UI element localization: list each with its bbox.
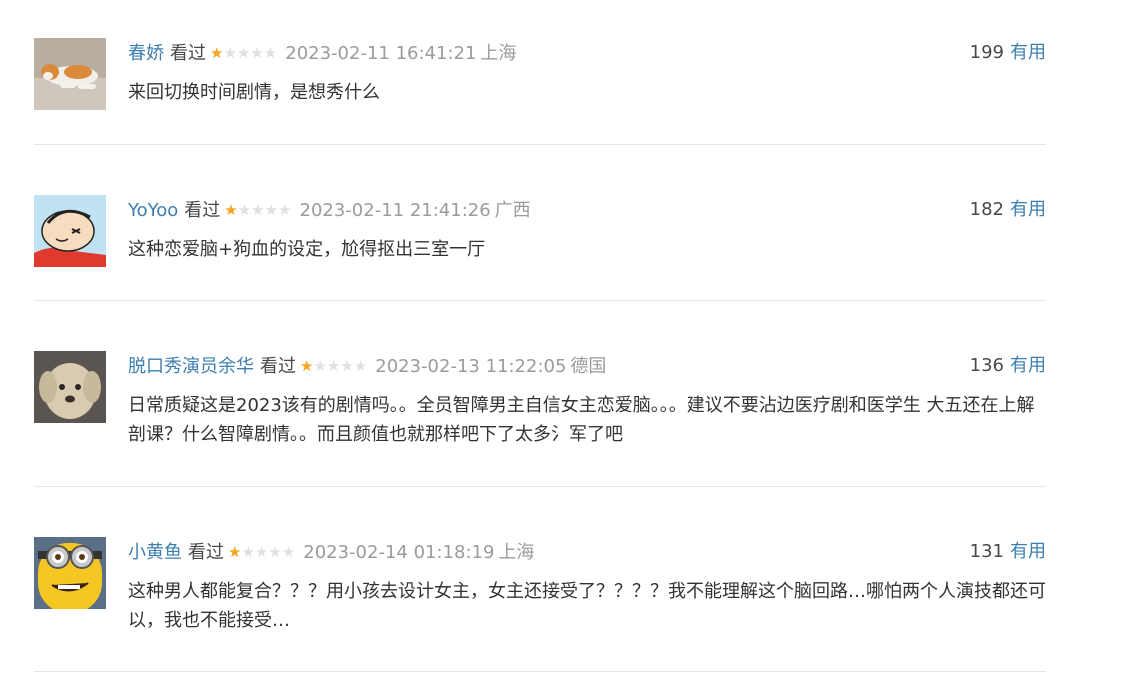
comment-item: 脱口秀演员余华看过★★★★★★★★★★ 2023-02-13 11:22:05德国… [34, 301, 1046, 487]
comment-meta: 春娇看过★★★★★★★★★★ 2023-02-11 16:41:21上海 [128, 38, 1046, 68]
useful-button[interactable]: 有用 [1010, 42, 1046, 63]
vote-area: 131 有用 [970, 537, 1046, 567]
vote-area: 136 有用 [970, 351, 1046, 381]
comment-time: 2023-02-11 16:41:21 [285, 43, 477, 64]
watch-status: 看过 [184, 200, 221, 221]
avatar[interactable] [34, 537, 106, 609]
watch-status: 看过 [260, 356, 296, 377]
comment-location: 上海 [498, 542, 535, 563]
avatar[interactable] [34, 38, 106, 110]
vote-area: 199 有用 [970, 38, 1046, 68]
avatar[interactable] [34, 351, 106, 423]
useful-button[interactable]: 有用 [1010, 355, 1046, 376]
comment-location: 德国 [570, 356, 607, 377]
watch-status: 看过 [170, 43, 206, 64]
comment-time: 2023-02-11 21:41:26 [299, 200, 491, 221]
rating-stars-filled: ★★★★★ [224, 201, 238, 219]
vote-count: 182 [969, 199, 1004, 220]
cartoon-boy-avatar [34, 195, 106, 267]
username-link[interactable]: 脱口秀演员余华 [128, 356, 254, 377]
rating-stars: ★★★★★★★★★★ [300, 351, 367, 381]
comment-text: 日常质疑这是2023该有的剧情吗。。全员智障男主自信女主恋爱脑。。。建议不要沾边… [128, 395, 1035, 445]
vote-count: 131 [969, 541, 1004, 562]
puppy-photo-avatar [34, 351, 106, 423]
username-link[interactable]: 小黄鱼 [128, 542, 182, 563]
comment-item: 小黄鱼看过★★★★★★★★★★ 2023-02-14 01:18:19上海 这种男… [34, 487, 1046, 672]
comment-item: YoYoo 看过★★★★★★★★★★ 2023-02-11 21:41:26广西 这… [34, 145, 1046, 301]
comment-location: 广西 [494, 200, 531, 221]
comment-time: 2023-02-13 11:22:05 [375, 356, 567, 377]
avatar[interactable] [34, 195, 106, 267]
minion-cartoon-avatar [34, 537, 106, 609]
rating-stars-filled: ★★★★★ [300, 357, 314, 375]
comment-meta: 小黄鱼看过★★★★★★★★★★ 2023-02-14 01:18:19上海 [128, 537, 1046, 567]
vote-area: 182 有用 [970, 195, 1046, 225]
comment-list: 春娇看过★★★★★★★★★★2023-02-11 16:41:21上海 来回切换… [34, 38, 1046, 672]
watch-status: 看过 [188, 542, 224, 563]
comment-time: 2023-02-14 01:18:19 [303, 542, 495, 563]
comment-text: 这种男人都能复合？？？用小孩去设计女主，女主还接受了？？？？我不能理解这个脑回路… [128, 581, 1046, 631]
vote-count: 199 [969, 42, 1004, 63]
rating-stars-filled: ★★★★★ [210, 44, 224, 62]
rating-stars: ★★★★★★★★★★ [210, 38, 277, 68]
comment-meta: YoYoo 看过★★★★★★★★★★ 2023-02-11 21:41:26广西 [128, 195, 1046, 225]
username-link[interactable]: YoYoo [128, 200, 178, 221]
comment-text: 来回切换时间剧情，是想秀什么 [128, 82, 380, 103]
comment-text: 这种恋爱脑+狗血的设定，尬得抠出三室一厅 [128, 239, 486, 260]
username-link[interactable]: 春娇 [128, 43, 164, 64]
useful-button[interactable]: 有用 [1010, 199, 1046, 220]
comment-item: 春娇看过★★★★★★★★★★ 2023-02-11 16:41:21上海 来回切换… [34, 38, 1046, 145]
cat-photo-avatar [34, 38, 106, 110]
rating-stars: ★★★★★★★★★★ [228, 537, 295, 567]
rating-stars: ★★★★★★★★★★ [224, 195, 291, 225]
comment-meta: 脱口秀演员余华看过★★★★★★★★★★ 2023-02-13 11:22:05德国 [128, 351, 1046, 381]
comment-location: 上海 [480, 43, 517, 64]
rating-stars-filled: ★★★★★ [228, 543, 242, 561]
useful-button[interactable]: 有用 [1010, 541, 1046, 562]
vote-count: 136 [969, 355, 1004, 376]
